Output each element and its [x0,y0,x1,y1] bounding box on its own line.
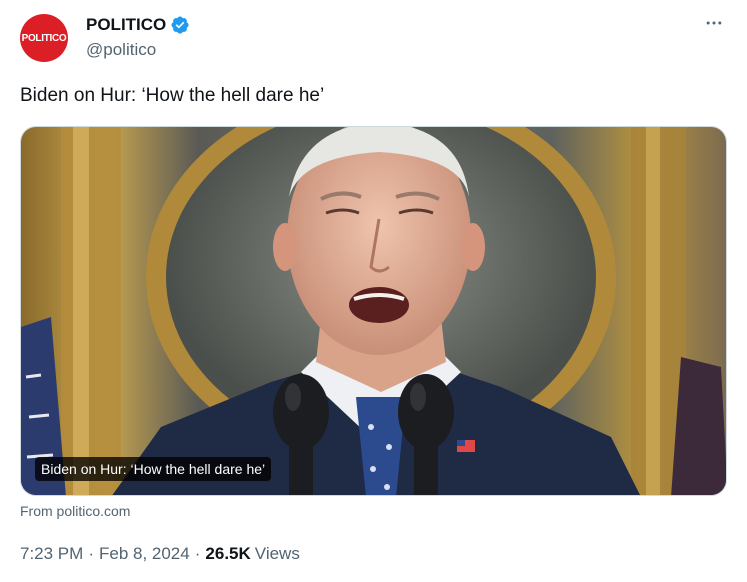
author-handle[interactable]: @politico [86,40,156,60]
avatar-logo-text: POLITICO [21,32,67,44]
meta-separator: · [194,544,201,563]
more-horizontal-icon [706,21,722,25]
tweet: POLITICO POLITICO @politico Biden on Hur… [0,0,747,582]
avatar[interactable]: POLITICO [20,14,68,62]
tweet-meta: 7:23 PM · Feb 8, 2024 · 26.5K Views [20,544,300,564]
verified-badge-icon [171,16,189,34]
more-options-button[interactable] [703,12,725,34]
link-card-image[interactable]: Biden on Hur: ‘How the hell dare he’ [20,126,727,496]
meta-separator: · [88,544,94,563]
author-name[interactable]: POLITICO [86,15,166,35]
tweet-date[interactable]: Feb 8, 2024 [99,544,190,564]
views-count[interactable]: 26.5K [205,544,250,564]
card-source-link[interactable]: From politico.com [20,503,130,519]
tweet-text: Biden on Hur: ‘How the hell dare he’ [20,85,325,106]
tweet-time[interactable]: 7:23 PM [20,544,83,564]
views-label[interactable]: Views [255,544,300,564]
card-caption: Biden on Hur: ‘How the hell dare he’ [35,457,272,481]
author-name-row[interactable]: POLITICO [86,15,190,35]
news-photo [21,127,726,495]
